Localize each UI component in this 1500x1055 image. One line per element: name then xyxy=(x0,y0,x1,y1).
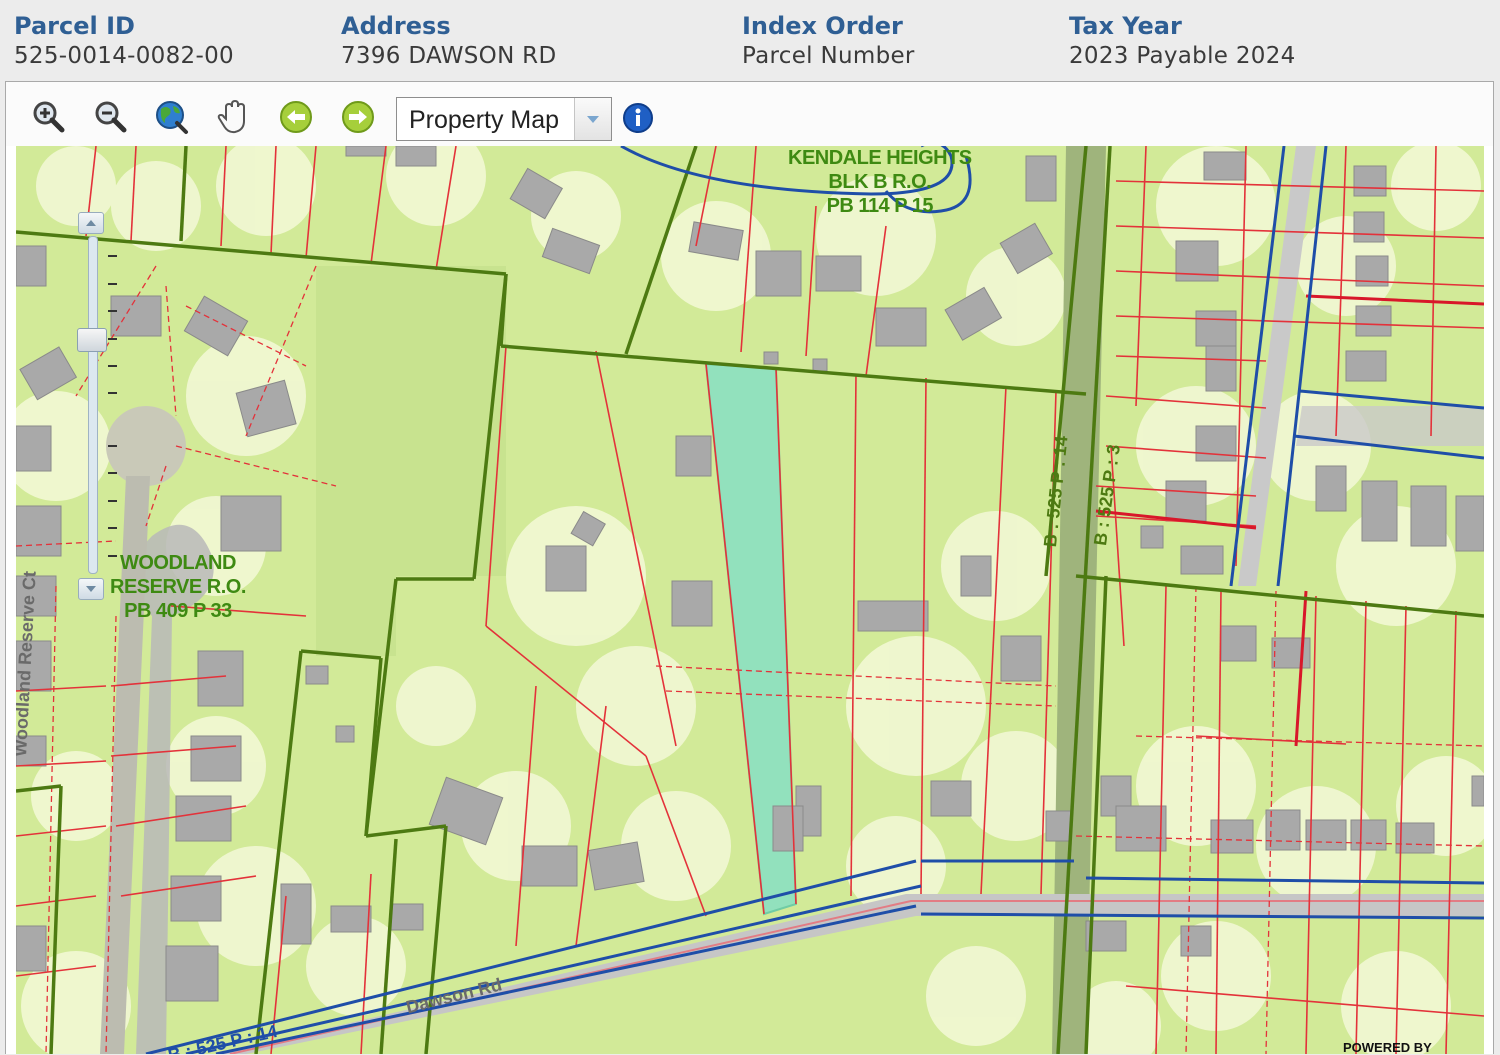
index-order-label: Index Order xyxy=(742,12,903,40)
zoom-tick xyxy=(108,445,117,447)
address-field: Address 7396 DAWSON RD xyxy=(341,10,556,70)
parcel-id-label: Parcel ID xyxy=(14,12,135,40)
forward-arrow-icon xyxy=(342,101,374,133)
woodland-line-1: WOODLAND xyxy=(119,552,236,574)
tax-year-label: Tax Year xyxy=(1069,12,1182,40)
parcel-map[interactable]: KENDALE HEIGHTS BLK B R.O. PB 114 P 15 W… xyxy=(16,146,1484,1054)
full-extent-button[interactable] xyxy=(152,97,192,137)
zoom-tick xyxy=(108,472,117,474)
woodland-reserve-label: WOODLAND RESERVE R.O. PB 409 P 33 xyxy=(110,551,246,623)
kendale-line-2: BLK B R.O. xyxy=(828,171,932,193)
powered-by-label: POWERED BY xyxy=(1343,1040,1432,1055)
map-type-select[interactable]: Property Map xyxy=(396,97,612,141)
zoom-tick xyxy=(108,527,117,529)
tax-year-value: 2023 Payable 2024 xyxy=(1069,43,1296,69)
zoom-tick xyxy=(108,255,117,257)
map-type-selected: Property Map xyxy=(409,106,560,134)
zoom-tick xyxy=(108,555,117,557)
zoom-slider-down-button[interactable] xyxy=(78,578,104,600)
back-button[interactable] xyxy=(276,97,316,137)
zoom-out-button[interactable] xyxy=(90,97,130,137)
globe-icon xyxy=(156,101,188,134)
kendale-line-3: PB 114 P 15 xyxy=(826,195,934,217)
address-value: 7396 DAWSON RD xyxy=(341,43,557,69)
address-label: Address xyxy=(341,12,451,40)
pan-button[interactable] xyxy=(214,97,254,137)
index-order-value: Parcel Number xyxy=(742,43,915,69)
zoom-tick xyxy=(108,392,117,394)
pan-hand-icon xyxy=(217,99,245,134)
tax-year-field: Tax Year 2023 Payable 2024 xyxy=(1069,10,1296,70)
chevron-down-icon xyxy=(86,586,96,592)
zoom-slider-handle[interactable] xyxy=(77,328,107,352)
zoom-in-button[interactable] xyxy=(28,97,68,137)
parcel-id-value: 525-0014-0082-00 xyxy=(14,43,234,69)
forward-button[interactable] xyxy=(338,97,378,137)
zoom-slider-up-button[interactable] xyxy=(78,212,104,234)
zoom-tick xyxy=(108,283,117,285)
zoom-tick xyxy=(108,310,117,312)
zoom-tick xyxy=(108,338,117,340)
back-arrow-icon xyxy=(280,101,312,133)
chevron-up-icon xyxy=(86,220,96,226)
zoom-tick xyxy=(108,500,117,502)
zoom-out-icon xyxy=(95,101,127,133)
index-order-field: Index Order Parcel Number xyxy=(742,10,915,70)
woodland-line-2: RESERVE R.O. xyxy=(110,576,246,598)
zoom-tick xyxy=(108,365,117,367)
kendale-line-1: KENDALE HEIGHTS xyxy=(788,147,972,169)
info-button[interactable] xyxy=(618,97,658,137)
parcel-header: Parcel ID 525-0014-0082-00 Address 7396 … xyxy=(0,0,1500,80)
woodland-line-3: PB 409 P 33 xyxy=(124,600,232,622)
info-icon xyxy=(623,103,653,133)
chevron-down-icon xyxy=(574,98,611,140)
kendale-heights-label: KENDALE HEIGHTS BLK B R.O. PB 114 P 15 xyxy=(788,146,972,218)
zoom-in-icon xyxy=(33,101,65,133)
parcel-id-field: Parcel ID 525-0014-0082-00 xyxy=(14,10,234,70)
zoom-slider-track[interactable] xyxy=(88,236,98,574)
